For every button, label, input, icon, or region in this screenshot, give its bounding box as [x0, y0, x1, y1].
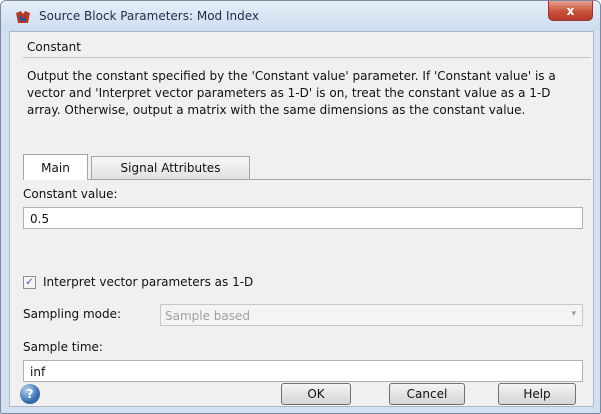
help-button[interactable]: Help	[498, 383, 576, 405]
simulink-app-icon	[16, 11, 30, 23]
sample-time-label: Sample time:	[23, 340, 103, 354]
check-icon: ✓	[25, 277, 34, 288]
constant-value-label: Constant value:	[23, 187, 118, 201]
help-icon[interactable]: ?	[20, 384, 40, 404]
sampling-mode-value: Sample based	[165, 309, 251, 323]
dialog-window: Source Block Parameters: Mod Index x Con…	[0, 0, 601, 414]
sampling-mode-dropdown[interactable]: Sample based ▾	[160, 304, 583, 326]
sampling-mode-label: Sampling mode:	[23, 307, 122, 321]
close-button[interactable]: x	[548, 1, 593, 21]
main-tab-panel: Constant value: 0.5 ✓ Interpret vector p…	[23, 179, 591, 389]
block-description: Output the constant specified by the 'Co…	[27, 69, 556, 117]
constant-value-input[interactable]: 0.5	[23, 207, 583, 229]
description-group: Output the constant specified by the 'Co…	[23, 57, 591, 171]
tab-signal-attributes[interactable]: Signal Attributes	[91, 156, 250, 179]
window-title: Source Block Parameters: Mod Index	[39, 9, 260, 23]
help-icon-glyph: ?	[26, 387, 34, 401]
dialog-body: Constant Output the constant specified b…	[9, 31, 594, 407]
sample-time-input[interactable]: inf	[23, 360, 583, 382]
interpret-vector-label: Interpret vector parameters as 1-D	[43, 275, 254, 289]
chevron-down-icon: ▾	[571, 309, 576, 319]
title-bar[interactable]: Source Block Parameters: Mod Index x	[1, 1, 600, 31]
block-type-label: Constant	[27, 40, 81, 54]
ok-button[interactable]: OK	[281, 383, 351, 405]
interpret-vector-checkbox[interactable]: ✓	[23, 276, 36, 289]
tab-main[interactable]: Main	[23, 154, 88, 180]
close-icon: x	[566, 3, 575, 18]
cancel-button[interactable]: Cancel	[389, 383, 465, 405]
